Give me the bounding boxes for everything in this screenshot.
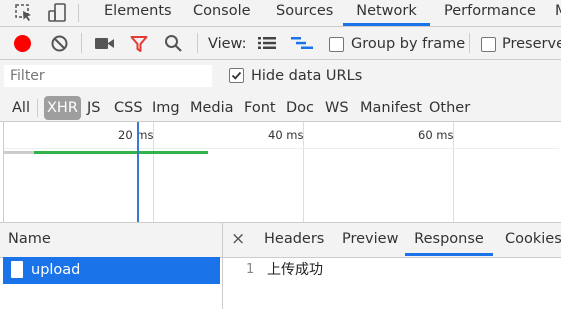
resource-type-filter-bar [0,93,561,122]
type-js[interactable]: JS [87,96,100,120]
response-text: 上传成功 [267,262,323,278]
request-name[interactable]: upload [31,257,80,284]
panel-splitter[interactable] [222,222,223,309]
filter-input[interactable] [4,65,212,87]
preserve-log-label: Preserve [502,36,561,52]
screenshot-capture-icon[interactable] [95,36,115,55]
group-by-frame-label: Group by frame [351,36,466,52]
tab-headers[interactable]: Headers [264,222,324,256]
hide-data-urls-label: Hide data URLs [251,68,363,84]
timeline-tick-label: 60 ms [418,128,454,142]
tab-memory[interactable]: M [555,0,561,26]
type-manifest[interactable]: Manifest [360,96,422,120]
tab-response[interactable]: Response [405,222,493,256]
tab-network[interactable]: Network [343,0,430,26]
network-toolbar [0,27,561,60]
type-doc[interactable]: Doc [286,96,314,120]
tab-cookies[interactable]: Cookies [505,222,561,256]
type-css[interactable]: CSS [114,96,143,120]
tab-performance[interactable]: Performance [444,0,536,26]
line-number: 1 [246,262,255,277]
type-all[interactable]: All [12,96,30,120]
timeline-divider [4,148,559,149]
timeline-tick-label: 20 ms [118,128,154,142]
type-media[interactable]: Media [190,96,234,120]
type-separator [37,99,38,117]
type-img[interactable]: Img [152,96,180,120]
hide-data-urls-checkbox[interactable] [229,68,244,83]
type-xhr[interactable]: XHR [44,96,81,120]
clear-icon[interactable] [50,34,69,57]
timing-waiting-bar [34,151,208,154]
toolbar-separator [469,33,470,53]
timeline-tick-label: 40 ms [268,128,304,142]
view-label: View: [208,36,247,52]
type-other[interactable]: Other [429,96,470,120]
document-icon [11,261,23,278]
tab-elements[interactable]: Elements [104,0,172,26]
checkmark-icon [231,71,242,80]
close-icon[interactable]: × [231,222,245,256]
tab-console[interactable]: Console [193,0,251,26]
tab-sources[interactable]: Sources [276,0,333,26]
search-icon[interactable] [164,34,183,57]
record-icon[interactable] [14,35,31,52]
filter-icon[interactable] [130,35,148,57]
large-rows-icon[interactable] [258,36,276,54]
device-toolbar-icon[interactable] [46,2,68,24]
name-column-header[interactable]: Name [8,222,51,256]
tab-preview[interactable]: Preview [342,222,398,256]
timeline-cursor-line [137,122,139,222]
type-font[interactable]: Font [244,96,276,120]
timing-queue-bar [4,151,34,154]
preserve-log-checkbox[interactable] [481,37,496,52]
inspect-element-icon[interactable] [13,2,35,24]
type-ws[interactable]: WS [325,96,349,120]
tab-separator [78,4,79,22]
waterfall-overview-icon[interactable] [291,36,313,54]
group-by-frame-checkbox[interactable] [329,37,344,52]
toolbar-separator [197,33,198,53]
toolbar-separator [81,33,82,53]
